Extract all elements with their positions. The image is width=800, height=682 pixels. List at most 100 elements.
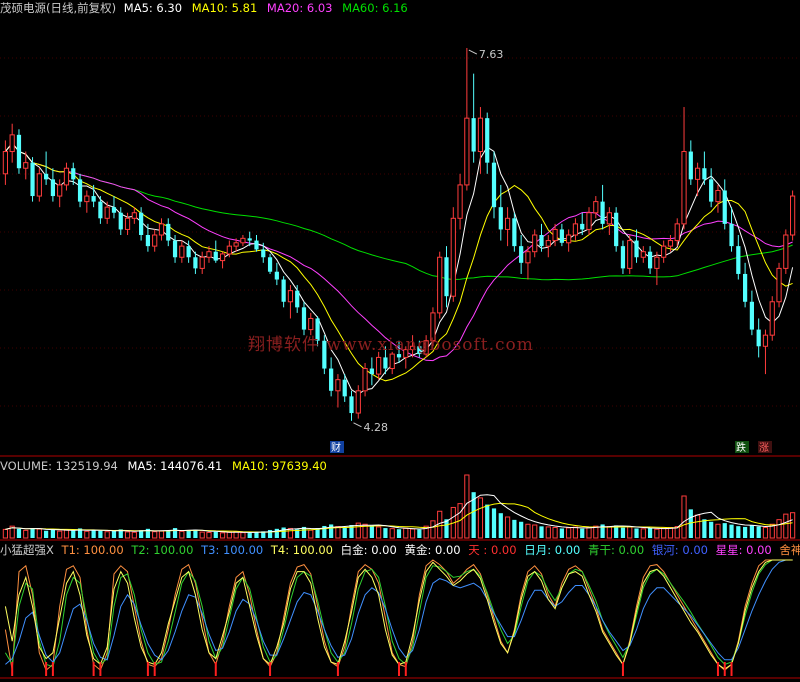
candle-body <box>233 242 239 247</box>
candle-body <box>681 151 687 225</box>
candle-body <box>111 207 117 213</box>
volume-bar <box>532 524 538 539</box>
candle-body <box>709 179 714 202</box>
candle-body <box>667 240 674 247</box>
volume-bar <box>498 513 503 538</box>
t4-readout: T4: 100.00 <box>270 543 334 557</box>
candle-body <box>355 390 361 414</box>
candle-body <box>36 173 42 197</box>
volume-bar <box>63 529 70 539</box>
candle-body <box>71 168 76 180</box>
candle-body <box>485 118 490 163</box>
candle-body <box>552 228 558 242</box>
candle-body <box>450 217 456 297</box>
candle-body <box>640 251 646 258</box>
volume-bar <box>702 519 707 538</box>
tianhu-readout: 天 : 0.00 <box>468 543 517 557</box>
volume-bar <box>559 528 564 538</box>
volume-bar <box>329 524 334 538</box>
volume-bar <box>715 523 721 539</box>
volume-bar <box>485 504 490 538</box>
candle-body <box>383 357 388 369</box>
candle-body <box>389 353 395 370</box>
volume-bar <box>172 528 178 538</box>
volume-bar <box>756 526 761 538</box>
volume-bar <box>219 532 226 539</box>
candle-body <box>369 368 374 375</box>
volume-bar <box>383 528 388 538</box>
candle-body <box>240 237 246 244</box>
candle-body <box>606 212 612 225</box>
volume-bar <box>512 519 517 538</box>
volume-bar <box>247 533 252 538</box>
candle-body <box>193 257 198 269</box>
low-pointer <box>353 422 362 428</box>
volume-bar <box>389 528 395 539</box>
volume-bar <box>274 528 279 538</box>
candle-body <box>457 184 463 219</box>
volume-bar <box>91 529 96 538</box>
candle-body <box>477 117 484 153</box>
candle-body <box>545 240 551 247</box>
candle-body <box>674 223 680 242</box>
candle-body <box>572 223 579 236</box>
candle-body <box>762 334 769 347</box>
candle-body <box>335 379 341 392</box>
volume-bar <box>152 531 158 539</box>
volume-bar <box>131 531 137 539</box>
candle-body <box>437 256 443 314</box>
candle-body <box>776 267 782 303</box>
qinggan-readout: 青干: 0.00 <box>588 543 645 557</box>
candle-body <box>627 240 633 269</box>
volume-bar <box>681 495 687 539</box>
candle-body <box>301 307 307 330</box>
price-header: 茂硕电源(日线,前复权) MA5: 6.30 MA10: 5.81 MA20: … <box>0 0 408 16</box>
candle-body <box>736 246 741 274</box>
baijin-readout: 白金: 0.00 <box>340 543 397 557</box>
volume-bar <box>71 530 76 538</box>
volume-bar <box>736 526 741 538</box>
candle-body <box>9 134 15 153</box>
ma60-readout: MA60: 6.16 <box>342 1 408 15</box>
volume-bar <box>308 529 314 539</box>
volume-bar <box>36 528 42 539</box>
candle-body <box>519 246 524 263</box>
candle-body <box>769 301 775 336</box>
ma20-readout: MA20: 6.03 <box>266 1 333 15</box>
candle-body <box>84 195 90 203</box>
candle-body <box>98 201 103 219</box>
die-badge: 跌 <box>736 441 746 454</box>
volume-bar <box>729 524 734 538</box>
indicator-name: 小猛超强X <box>0 543 54 557</box>
ma5-readout: MA5: 6.30 <box>123 1 183 15</box>
indicator-t4-line <box>4 559 793 670</box>
candle-body <box>362 368 368 392</box>
candle-body <box>295 290 300 308</box>
volume-bar <box>84 530 90 539</box>
volume-bar <box>762 527 769 539</box>
candle-body <box>267 257 273 272</box>
volume-bar <box>504 516 511 539</box>
cai-badge: 财 <box>331 441 341 454</box>
volume-bar <box>545 526 551 539</box>
candle-body <box>512 218 517 247</box>
candle-body <box>756 329 761 347</box>
candle-body <box>139 212 144 235</box>
candle-body <box>287 290 294 303</box>
candle-body <box>620 246 626 269</box>
chart-window[interactable]: 7.63 4.28 财 跌 涨 茂硕电源(日线,前复权) MA5: 6.30 MA10:… <box>0 0 800 682</box>
candle-body <box>580 223 585 230</box>
candle-body <box>586 212 592 230</box>
volume-bar <box>124 531 131 539</box>
volume-bar <box>491 508 497 538</box>
candle-body <box>749 301 754 330</box>
vol-ma10-readout: MA10: 97639.40 <box>232 459 327 473</box>
candle-body <box>118 212 123 230</box>
candle-body <box>566 234 572 244</box>
volume-bar <box>30 528 35 538</box>
volume-bar <box>44 530 49 538</box>
candle-body <box>206 251 212 258</box>
volume-bar <box>606 526 612 539</box>
volume-bar <box>213 531 218 538</box>
candle-body <box>158 223 165 236</box>
